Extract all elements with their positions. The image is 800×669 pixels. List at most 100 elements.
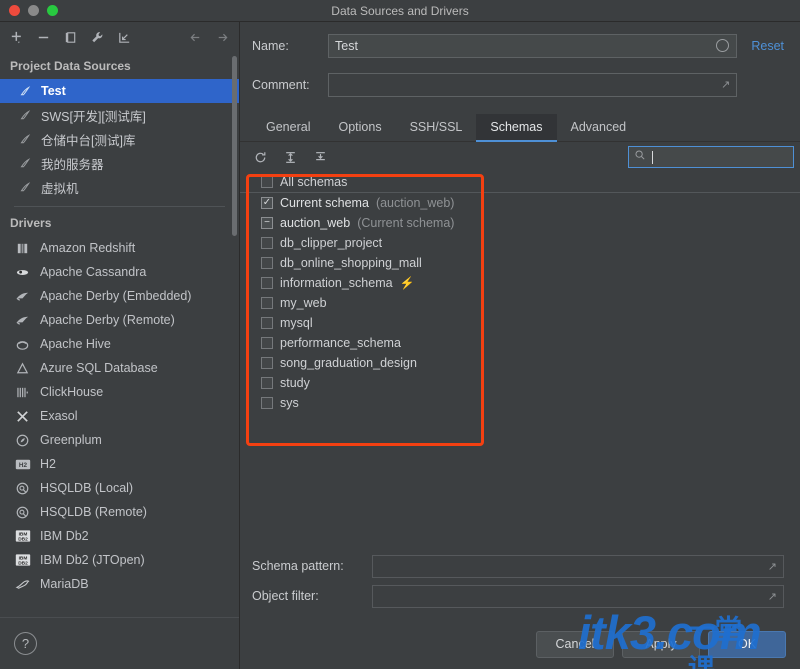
schema-row[interactable]: db_clipper_project bbox=[240, 233, 800, 253]
copy-icon[interactable] bbox=[62, 29, 79, 46]
schema-list: All schemas✓Current schema(auction_web)−… bbox=[240, 172, 800, 413]
schema-checkbox[interactable] bbox=[261, 397, 273, 409]
maximize-window-button[interactable] bbox=[47, 5, 58, 16]
exasol-icon bbox=[14, 408, 31, 425]
schema-checkbox[interactable]: − bbox=[261, 217, 273, 229]
schema-checkbox[interactable] bbox=[261, 297, 273, 309]
schema-row[interactable]: mysql bbox=[240, 313, 800, 333]
tab-advanced[interactable]: Advanced bbox=[557, 114, 641, 141]
driver-item[interactable]: IBMDB2IBM Db2 bbox=[0, 524, 239, 548]
schema-row[interactable]: db_online_shopping_mall bbox=[240, 253, 800, 273]
object-filter-input[interactable]: ↗ bbox=[372, 585, 784, 608]
driver-label: IBM Db2 (JTOpen) bbox=[40, 553, 145, 567]
driver-item[interactable]: MariaDB bbox=[0, 572, 239, 596]
driver-item[interactable]: HSQLDB (Local) bbox=[0, 476, 239, 500]
schema-checkbox[interactable] bbox=[261, 237, 273, 249]
expand-icon[interactable]: ↗ bbox=[768, 590, 777, 603]
database-icon bbox=[18, 156, 33, 171]
search-input[interactable] bbox=[628, 146, 794, 168]
data-source-item[interactable]: 仓储中台[测试]库 bbox=[0, 127, 239, 151]
name-label: Name: bbox=[252, 39, 328, 53]
refresh-icon[interactable] bbox=[252, 149, 268, 165]
schema-label: Current schema bbox=[280, 196, 369, 210]
schema-checkbox[interactable] bbox=[261, 337, 273, 349]
sidebar-scrollbar[interactable] bbox=[232, 56, 237, 236]
driver-item[interactable]: Greenplum bbox=[0, 428, 239, 452]
schema-checkbox[interactable] bbox=[261, 257, 273, 269]
data-source-item[interactable]: 我的服务器 bbox=[0, 151, 239, 175]
schema-list-panel[interactable]: All schemas✓Current schema(auction_web)−… bbox=[240, 172, 800, 551]
ok-button[interactable]: OK bbox=[708, 631, 786, 658]
tab-options[interactable]: Options bbox=[324, 114, 395, 141]
add-icon[interactable] bbox=[8, 29, 25, 46]
schema-label: mysql bbox=[280, 316, 313, 330]
dialog-footer: Cancel Apply OK bbox=[240, 619, 800, 669]
svg-text:H2: H2 bbox=[18, 461, 27, 468]
schema-checkbox[interactable]: ✓ bbox=[261, 197, 273, 209]
expand-icon[interactable]: ↗ bbox=[721, 78, 730, 91]
collapse-all-icon[interactable] bbox=[312, 149, 328, 165]
driver-label: IBM Db2 bbox=[40, 529, 89, 543]
expand-icon[interactable]: ↗ bbox=[768, 560, 777, 573]
sidebar-list[interactable]: Project Data Sources TestSWS[开发][测试库]仓储中… bbox=[0, 52, 239, 617]
driver-item[interactable]: Azure SQL Database bbox=[0, 356, 239, 380]
schema-checkbox[interactable] bbox=[261, 176, 273, 188]
h2-icon: H2 bbox=[14, 456, 31, 473]
minimize-window-button[interactable] bbox=[28, 5, 39, 16]
import-icon[interactable] bbox=[116, 29, 133, 46]
data-source-list: TestSWS[开发][测试库]仓储中台[测试]库我的服务器虚拟机 bbox=[0, 79, 239, 199]
data-source-item[interactable]: SWS[开发][测试库] bbox=[0, 103, 239, 127]
schema-label: song_graduation_design bbox=[280, 356, 417, 370]
remove-icon[interactable] bbox=[35, 29, 52, 46]
driver-item[interactable]: Apache Derby (Remote) bbox=[0, 308, 239, 332]
db2-icon: IBMDB2 bbox=[14, 552, 31, 569]
wrench-icon[interactable] bbox=[89, 29, 106, 46]
svg-text:IBM: IBM bbox=[18, 556, 27, 562]
apply-button[interactable]: Apply bbox=[622, 631, 700, 658]
back-arrow-icon[interactable] bbox=[187, 29, 204, 46]
tab-ssh-ssl[interactable]: SSH/SSL bbox=[396, 114, 477, 141]
driver-item[interactable]: Apache Cassandra bbox=[0, 260, 239, 284]
database-icon bbox=[18, 132, 33, 147]
schema-checkbox[interactable] bbox=[261, 377, 273, 389]
driver-item[interactable]: Exasol bbox=[0, 404, 239, 428]
schema-row[interactable]: sys bbox=[240, 393, 800, 413]
schema-checkbox[interactable] bbox=[261, 317, 273, 329]
project-data-sources-header: Project Data Sources bbox=[0, 54, 239, 79]
tab-general[interactable]: General bbox=[252, 114, 324, 141]
schema-row[interactable]: All schemas bbox=[240, 172, 800, 193]
schema-row[interactable]: song_graduation_design bbox=[240, 353, 800, 373]
schema-row[interactable]: performance_schema bbox=[240, 333, 800, 353]
cancel-button[interactable]: Cancel bbox=[536, 631, 614, 658]
sidebar-footer: ? bbox=[0, 617, 239, 669]
driver-item[interactable]: IBMDB2 IBM Db2 (JTOpen) bbox=[0, 548, 239, 572]
forward-arrow-icon[interactable] bbox=[214, 29, 231, 46]
schema-checkbox[interactable] bbox=[261, 357, 273, 369]
database-icon bbox=[18, 180, 33, 195]
data-source-item[interactable]: Test bbox=[0, 79, 239, 103]
driver-item[interactable]: HSQLDB (Remote) bbox=[0, 500, 239, 524]
reset-button[interactable]: Reset bbox=[751, 39, 784, 53]
driver-item[interactable]: Apache Derby (Embedded) bbox=[0, 284, 239, 308]
driver-item[interactable]: H2H2 bbox=[0, 452, 239, 476]
driver-label: Azure SQL Database bbox=[40, 361, 158, 375]
close-window-button[interactable] bbox=[9, 5, 20, 16]
name-input[interactable]: Test bbox=[328, 34, 737, 58]
schema-row[interactable]: −auction_web(Current schema) bbox=[240, 213, 800, 233]
driver-item[interactable]: Apache Hive bbox=[0, 332, 239, 356]
schema-row[interactable]: study bbox=[240, 373, 800, 393]
window-title: Data Sources and Drivers bbox=[0, 4, 800, 18]
schema-row[interactable]: my_web bbox=[240, 293, 800, 313]
schema-checkbox[interactable] bbox=[261, 277, 273, 289]
comment-input[interactable]: ↗ bbox=[328, 73, 737, 97]
tab-schemas[interactable]: Schemas bbox=[476, 114, 556, 141]
schema-row[interactable]: ✓Current schema(auction_web) bbox=[240, 193, 800, 213]
help-button[interactable]: ? bbox=[14, 632, 37, 655]
driver-item[interactable]: ClickHouse bbox=[0, 380, 239, 404]
driver-item[interactable]: Amazon Redshift bbox=[0, 236, 239, 260]
data-source-item[interactable]: 虚拟机 bbox=[0, 175, 239, 199]
expand-all-icon[interactable] bbox=[282, 149, 298, 165]
schema-pattern-input[interactable]: ↗ bbox=[372, 555, 784, 578]
cassandra-icon bbox=[14, 264, 31, 281]
schema-row[interactable]: information_schema⚡ bbox=[240, 273, 800, 293]
